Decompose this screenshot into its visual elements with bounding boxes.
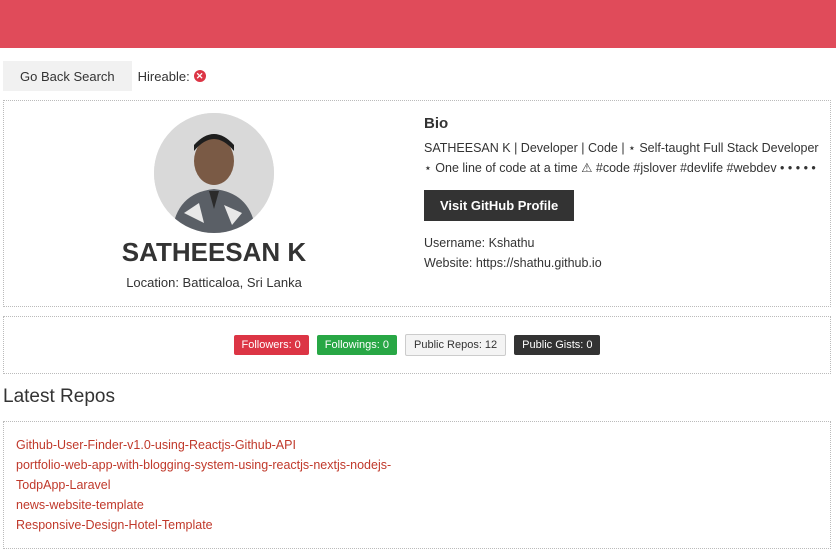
top-navbar	[0, 0, 836, 48]
followers-badge: Followers: 0	[233, 335, 309, 355]
repo-link[interactable]: portfolio-web-app-with-blogging-system-u…	[16, 455, 818, 475]
latest-repos-title: Latest Repos	[3, 386, 115, 407]
public-gists-badge: Public Gists: 0	[514, 335, 601, 355]
avatar	[154, 113, 274, 233]
profile-card: SATHEESAN K Location: Batticaloa, Sri La…	[3, 100, 831, 307]
public-repos-badge: Public Repos: 12	[405, 334, 507, 356]
repo-link[interactable]: news-website-template	[16, 495, 818, 515]
go-back-search-button[interactable]: Go Back Search	[3, 61, 132, 91]
hireable-status: Hireable: ✕	[138, 69, 206, 84]
website: Website: https://shathu.github.io	[424, 256, 602, 270]
repo-link[interactable]: TodpApp-Laravel	[16, 475, 818, 495]
x-circle-icon: ✕	[193, 70, 206, 82]
repo-link[interactable]: Responsive-Design-Hotel-Template	[16, 515, 818, 535]
profile-name: SATHEESAN K	[121, 237, 307, 267]
username: Username: Kshathu	[424, 236, 535, 250]
profile-meta: Username: Kshathu Website: https://shath…	[424, 233, 824, 273]
repos-list: Github-User-Finder-v1.0-using-Reactjs-Gi…	[3, 421, 831, 549]
bio-title: Bio	[424, 115, 449, 132]
stats-card: Followers: 0 Followings: 0 Public Repos:…	[3, 316, 831, 374]
bio-text: SATHEESAN K | Developer | Code | ⋆ Self-…	[424, 141, 819, 175]
bio-section: Bio SATHEESAN K | Developer | Code | ⋆ S…	[424, 115, 824, 273]
hireable-label: Hireable:	[137, 68, 190, 84]
followings-badge: Followings: 0	[316, 335, 397, 355]
profile-location: Location: Batticaloa, Sri Lanka	[126, 275, 302, 290]
visit-github-profile-button[interactable]: Visit GitHub Profile	[424, 190, 575, 221]
toolbar: Go Back Search Hireable: ✕	[3, 61, 206, 91]
repo-link[interactable]: Github-User-Finder-v1.0-using-Reactjs-Gi…	[16, 435, 818, 455]
